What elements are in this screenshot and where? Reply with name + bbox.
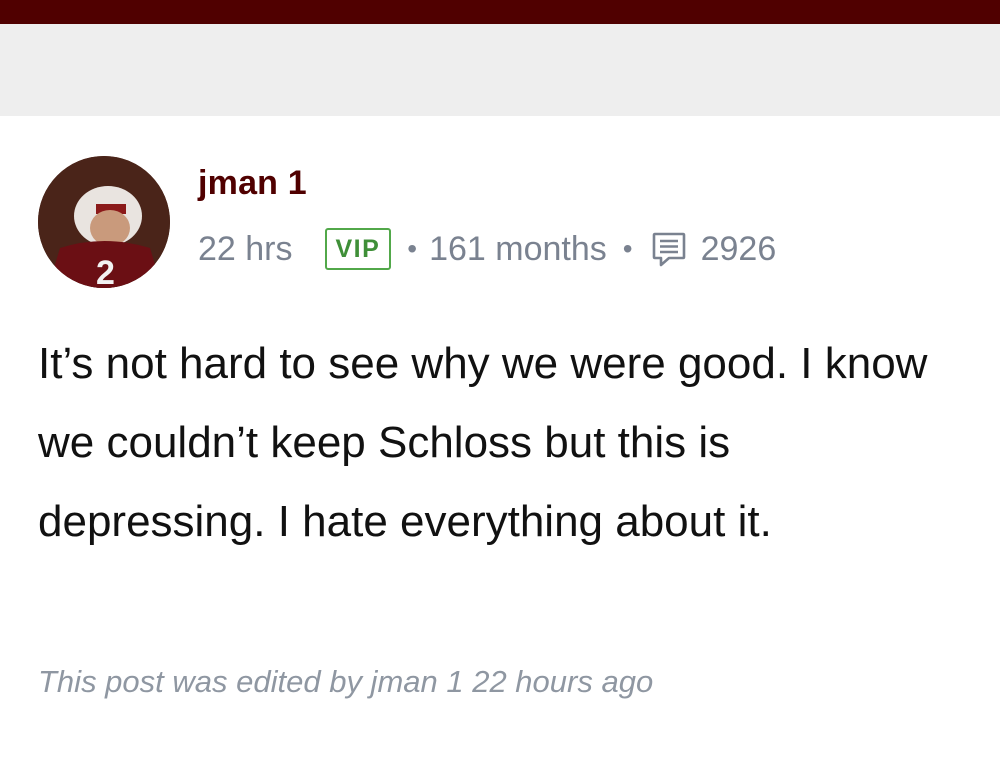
forum-post: 2 jman 1 22 hrs VIP • 161 months • 2926 … [0, 116, 1000, 757]
post-time[interactable]: 22 hrs [198, 230, 293, 269]
svg-text:2: 2 [96, 254, 115, 288]
meta-separator: • [407, 233, 418, 264]
post-count[interactable]: 2926 [701, 230, 777, 269]
username-link[interactable]: jman 1 [198, 164, 307, 203]
edited-note: This post was edited by jman 1 22 hours … [38, 664, 654, 699]
member-tenure: 161 months [429, 229, 607, 268]
post-meta-row: 22 hrs VIP • 161 months • 2926 [198, 226, 776, 272]
avatar-photo: 2 [38, 156, 170, 288]
post-body: It’s not hard to see why we were good. I… [38, 339, 928, 546]
meta-separator: • [622, 233, 633, 264]
avatar[interactable]: 2 [38, 156, 170, 288]
header-spacer-band [0, 24, 1000, 116]
vip-badge: VIP [324, 228, 392, 270]
top-header-bar [0, 0, 1000, 24]
message-lines-icon [652, 232, 685, 267]
